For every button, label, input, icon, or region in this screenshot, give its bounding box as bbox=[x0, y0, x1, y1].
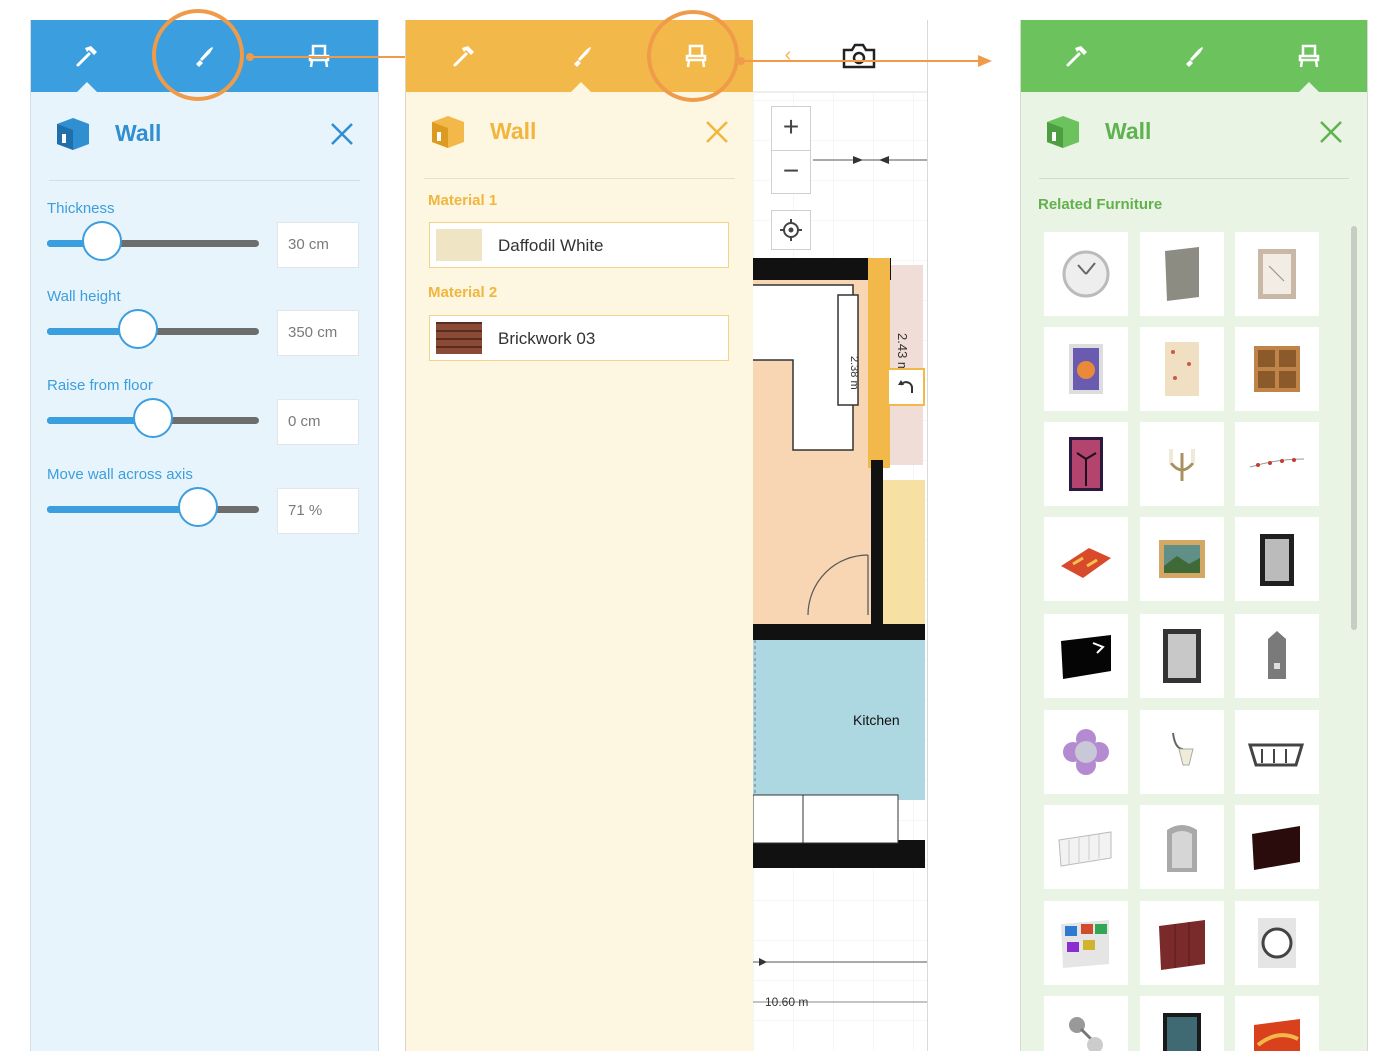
annotation-arrows bbox=[246, 53, 992, 67]
